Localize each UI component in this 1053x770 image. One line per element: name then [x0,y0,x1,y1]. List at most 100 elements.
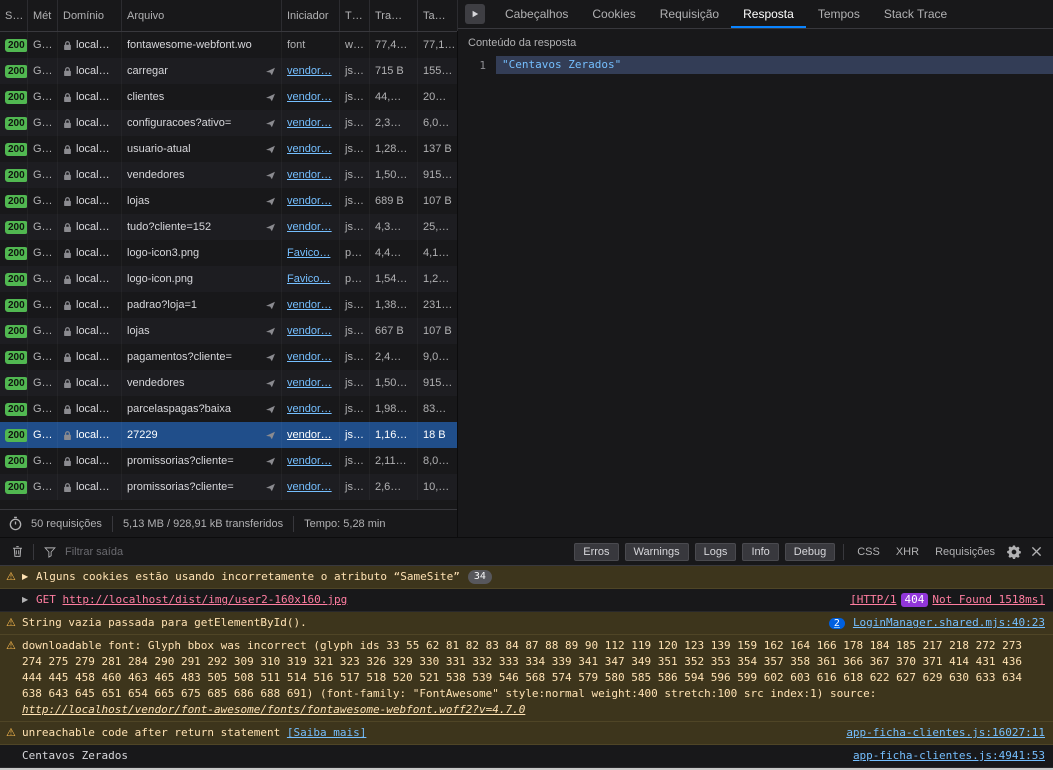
request-initiator[interactable]: Favico… [287,247,330,259]
request-initiator[interactable]: vendor… [287,221,332,233]
column-header-transferred[interactable]: Tra… [370,0,418,31]
lock-icon [63,274,72,285]
column-header-domain[interactable]: Domínio [58,0,122,31]
tab-stack-trace[interactable]: Stack Trace [872,0,959,28]
network-request-row[interactable]: 200 G… local… promissorias?cliente= [0,448,457,474]
console-messages: ⚠ ▶ Alguns cookies estão usando incorret… [0,566,1053,768]
network-request-row[interactable]: 200 G… local… logo-icon3.png [0,240,457,266]
warning-text: Alguns cookies estão usando incorretamen… [36,569,460,585]
network-request-row[interactable]: 200 G… local… 27229 [0,422,457,448]
request-initiator[interactable]: vendor… [287,325,332,337]
status-badge: 200 [5,273,28,286]
network-request-row[interactable]: 200 G… local… configuracoes?ativo= [0,110,457,136]
request-initiator[interactable]: vendor… [287,143,332,155]
warning-icon: ⚠ [6,638,22,654]
status-badge: 200 [5,299,28,312]
network-status[interactable]: [HTTP/1 404 Not Found 1518ms] [838,592,1045,608]
font-source-link[interactable]: http://localhost/vendor/font-awesome/fon… [22,703,525,716]
network-request-row[interactable]: 200 G… local… parcelaspagas?baixa [0,396,457,422]
tab-requisicao[interactable]: Requisição [648,0,731,28]
play-icon[interactable] [465,4,485,24]
expand-caret-icon[interactable]: ▶ [22,569,36,585]
filter-logs-button[interactable]: Logs [695,543,737,561]
source-link[interactable]: app-ficha-clientes.js:4941:53 [841,748,1045,764]
request-initiator[interactable]: vendor… [287,455,332,467]
request-initiator[interactable]: vendor… [287,429,332,441]
request-initiator[interactable]: font [287,39,305,51]
trash-icon[interactable] [6,541,28,563]
network-request-row[interactable]: 200 G… local… usuario-atual [0,136,457,162]
network-request-row[interactable]: 200 G… local… promissorias?cliente= [0,474,457,500]
column-header-status[interactable]: S… [0,0,28,31]
request-initiator[interactable]: vendor… [287,481,332,493]
request-method: G… [28,188,58,214]
network-request-row[interactable]: 200 G… local… carregar [0,58,457,84]
xhr-send-icon [265,352,276,363]
request-transferred: 667 B [370,318,418,344]
network-request-row[interactable]: 200 G… local… padrao?loja=1 [0,292,457,318]
network-request-row[interactable]: 200 G… local… vendedores [0,370,457,396]
request-initiator[interactable]: vendor… [287,195,332,207]
request-transferred: 1,50… [370,162,418,188]
tab-cabecalhos[interactable]: Cabeçalhos [493,0,580,28]
network-request-row[interactable]: 200 G… local… fontawesome-webfont.wo [0,32,457,58]
request-size: 8,0… [418,448,457,474]
request-initiator[interactable]: vendor… [287,117,332,129]
request-initiator[interactable]: vendor… [287,91,332,103]
performance-analysis-icon[interactable] [8,516,23,531]
source-link[interactable]: app-ficha-clientes.js:16027:11 [834,725,1045,741]
network-request-row[interactable]: 200 G… local… lojas [0,188,457,214]
console-filter-input[interactable] [65,546,285,558]
request-domain: local… [76,455,110,467]
network-request-row[interactable]: 200 G… local… clientes [0,84,457,110]
requests-count: 50 requisições [31,518,102,530]
network-request-row[interactable]: 200 G… local… lojas [0,318,457,344]
filter-info-button[interactable]: Info [742,543,778,561]
request-initiator[interactable]: vendor… [287,65,332,77]
request-initiator[interactable]: vendor… [287,377,332,389]
tab-resposta[interactable]: Resposta [731,0,806,28]
divider [293,516,294,532]
status-404-badge: 404 [901,593,929,607]
network-request-row[interactable]: 200 G… local… logo-icon.png [0,266,457,292]
network-request-row[interactable]: 200 G… local… pagamentos?cliente= [0,344,457,370]
column-header-size[interactable]: Ta… [418,0,458,31]
status-badge: 200 [5,403,28,416]
request-file: clientes [127,91,164,103]
column-header-type[interactable]: T… [340,0,370,31]
request-initiator[interactable]: vendor… [287,351,332,363]
filter-css-toggle[interactable]: CSS [857,546,880,558]
column-header-initiator[interactable]: Iniciador [282,0,340,31]
request-initiator[interactable]: vendor… [287,299,332,311]
learn-more-link[interactable]: [Saiba mais] [287,726,366,739]
console-warning-row: ⚠ downloadable font: Glyph bbox was inco… [0,635,1053,722]
gear-icon[interactable] [1003,541,1025,563]
request-initiator[interactable]: vendor… [287,169,332,181]
column-header-method[interactable]: Mét [28,0,58,31]
request-rows: 200 G… local… fontawesome-webfont.wo [0,32,457,509]
request-initiator[interactable]: vendor… [287,403,332,415]
filter-warnings-button[interactable]: Warnings [625,543,689,561]
request-domain: local… [76,325,110,337]
xhr-send-icon [265,482,276,493]
close-icon[interactable] [1025,541,1047,563]
tab-cookies[interactable]: Cookies [580,0,647,28]
devtools-window: S… Mét Domínio Arquivo Iniciador T… Tra…… [0,0,1053,770]
filter-xhr-toggle[interactable]: XHR [896,546,919,558]
source-link[interactable]: LoginManager.shared.mjs:40:23 [853,616,1045,629]
request-url-link[interactable]: http://localhost/dist/img/user2-160x160.… [63,593,348,606]
filter-errors-button[interactable]: Erros [574,543,618,561]
request-method: G… [28,266,58,292]
expand-caret-icon[interactable]: ▶ [22,592,36,608]
request-domain: local… [76,65,110,77]
network-request-row[interactable]: 200 G… local… vendedores [0,162,457,188]
time-total: Tempo: 5,28 min [304,518,385,530]
request-initiator[interactable]: Favico… [287,273,330,285]
request-transferred: 77,4… [370,32,418,58]
filter-debug-button[interactable]: Debug [785,543,835,561]
tab-tempos[interactable]: Tempos [806,0,872,28]
column-header-file[interactable]: Arquivo [122,0,282,31]
filter-requests-toggle[interactable]: Requisições [935,546,995,558]
network-request-row[interactable]: 200 G… local… tudo?cliente=152 [0,214,457,240]
xhr-send-icon [265,222,276,233]
